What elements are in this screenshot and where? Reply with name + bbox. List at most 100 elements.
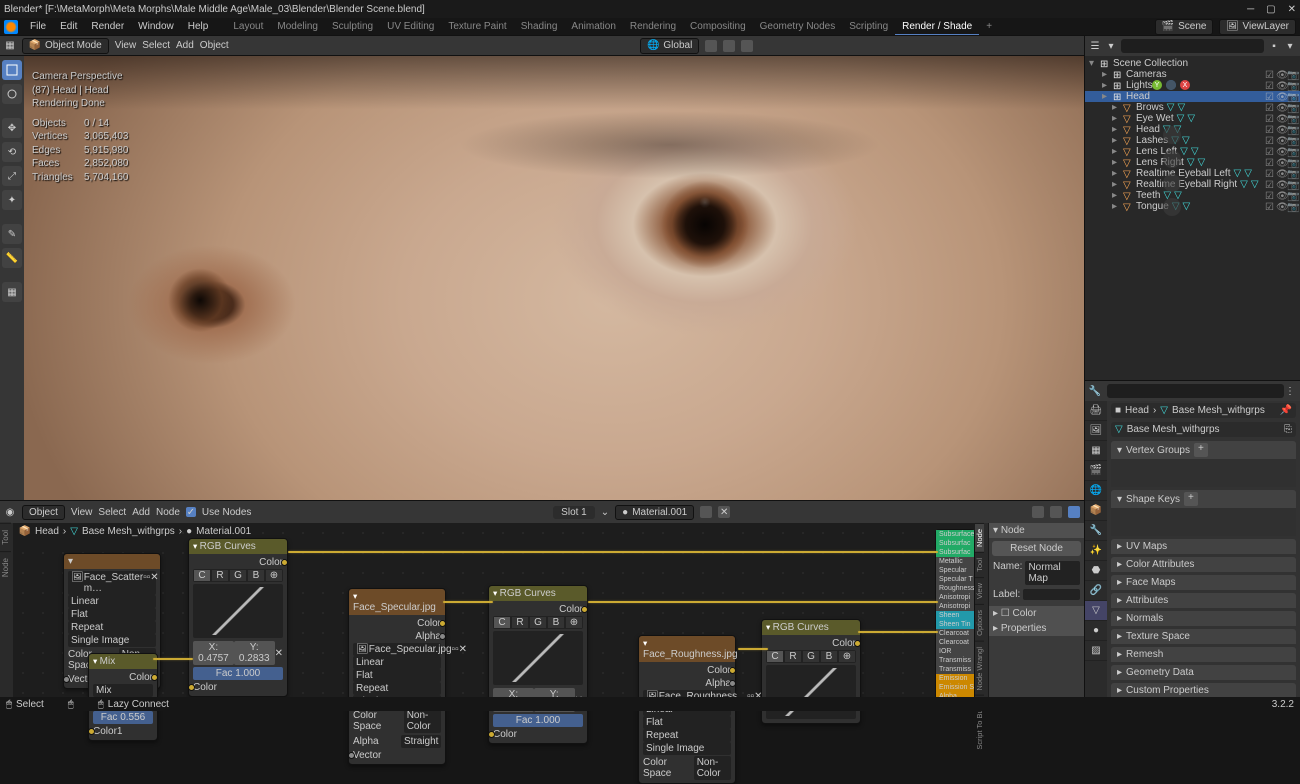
mat-new-icon[interactable] xyxy=(700,506,712,518)
menu-render[interactable]: Render xyxy=(85,19,130,34)
snap-icon[interactable] xyxy=(723,40,735,52)
add-icon[interactable]: + xyxy=(1194,443,1208,457)
menu-window[interactable]: Window xyxy=(132,19,180,34)
slot-chevron-icon[interactable]: ⌄ xyxy=(601,507,609,518)
ne-menu-view[interactable]: View xyxy=(71,507,93,518)
vp-menu-object[interactable]: Object xyxy=(200,40,229,51)
outliner-display-icon[interactable]: ▾ xyxy=(1105,40,1117,52)
render-icon[interactable]: 📷 xyxy=(1287,169,1296,178)
tool-scale[interactable]: ⤢ xyxy=(2,166,22,186)
delete-point-icon[interactable]: ✕ xyxy=(275,648,283,659)
exclude-icon[interactable]: ☑ xyxy=(1265,92,1274,101)
minimize-icon[interactable]: ─ xyxy=(1247,4,1254,15)
eye-icon[interactable]: 👁 xyxy=(1276,70,1285,79)
ne-tab-options[interactable]: Options xyxy=(975,604,984,641)
prop-tab-physics[interactable]: ⬣ xyxy=(1085,561,1107,581)
render-icon[interactable]: 📷 xyxy=(1287,92,1296,101)
prop-tab-scene[interactable]: 🎬 xyxy=(1085,461,1107,481)
pivot-icon[interactable] xyxy=(705,40,717,52)
eye-icon[interactable]: 👁 xyxy=(1276,180,1285,189)
outliner-row[interactable]: ▸⊞Head☑👁📷 xyxy=(1085,91,1300,102)
tool-measure[interactable]: 📏 xyxy=(2,248,22,268)
panel-header[interactable]: ▸UV Maps xyxy=(1111,539,1296,554)
render-icon[interactable]: 📷 xyxy=(1287,158,1296,167)
render-icon[interactable]: 📷 xyxy=(1287,103,1296,112)
outliner-search[interactable] xyxy=(1121,39,1264,53)
outliner-row[interactable]: ▸▽Lashes▽▽☑👁📷 xyxy=(1085,135,1300,146)
snap-node-icon[interactable] xyxy=(1050,506,1062,518)
outliner-row[interactable]: ▸▽Lens Right▽▽☑👁📷 xyxy=(1085,157,1300,168)
render-icon[interactable]: 📷 xyxy=(1287,191,1296,200)
tool-select-box[interactable] xyxy=(2,60,22,80)
render-icon[interactable]: 📷 xyxy=(1287,81,1296,90)
render-icon[interactable]: 📷 xyxy=(1287,147,1296,156)
exclude-icon[interactable]: ☑ xyxy=(1265,147,1274,156)
pin-icon[interactable]: 📌 xyxy=(1280,405,1292,416)
ws-layout[interactable]: Layout xyxy=(226,19,270,35)
pan-icon[interactable] xyxy=(1163,150,1181,168)
properties-editor-icon[interactable]: 🔧 xyxy=(1089,385,1101,397)
curve-widget[interactable] xyxy=(193,584,283,638)
ne-menu-select[interactable]: Select xyxy=(98,507,126,518)
ne-tab-wrangler[interactable]: Node Wrangl xyxy=(975,641,984,696)
ne-tab-tool[interactable]: Tool xyxy=(975,552,984,577)
ws-shading[interactable]: Shading xyxy=(514,19,565,35)
exclude-icon[interactable]: ☑ xyxy=(1265,103,1274,112)
node-image-face-specular[interactable]: ▾ Face_Specular.jpg Color Alpha 🖼Face_Sp… xyxy=(348,588,446,765)
ws-sculpting[interactable]: Sculpting xyxy=(325,19,380,35)
prop-tab-object[interactable]: 📦 xyxy=(1085,501,1107,521)
outliner-row[interactable]: ▸▽Brows▽▽☑👁📷 xyxy=(1085,102,1300,113)
outliner-editor-icon[interactable]: ☰ xyxy=(1089,40,1101,52)
eye-icon[interactable]: 👁 xyxy=(1276,103,1285,112)
menu-help[interactable]: Help xyxy=(182,19,215,34)
outliner-row[interactable]: ▸▽Tongue▽▽☑👁📷 xyxy=(1085,201,1300,212)
scene-selector[interactable]: 🎬Scene xyxy=(1155,19,1213,35)
curve-channel-tabs[interactable]: CRGB⊕ xyxy=(193,569,283,582)
eye-icon[interactable]: 👁 xyxy=(1276,169,1285,178)
vp-menu-add[interactable]: Add xyxy=(176,40,194,51)
render-icon[interactable]: 📷 xyxy=(1287,180,1296,189)
prop-tab-material[interactable]: ● xyxy=(1085,621,1107,641)
exclude-icon[interactable]: ☑ xyxy=(1265,180,1274,189)
prop-tab-render[interactable]: 🖨 xyxy=(1085,401,1107,421)
vp-menu-view[interactable]: View xyxy=(115,40,137,51)
ws-uv[interactable]: UV Editing xyxy=(380,19,441,35)
outliner-filter-icon[interactable]: ▪ xyxy=(1268,40,1280,52)
ws-anim[interactable]: Animation xyxy=(564,19,622,35)
panel-header[interactable]: ▸Remesh xyxy=(1111,647,1296,662)
ws-add[interactable]: + xyxy=(979,19,999,35)
orientation-selector[interactable]: 🌐Global xyxy=(640,38,699,54)
render-icon[interactable]: 📷 xyxy=(1287,125,1296,134)
camera-view-icon[interactable] xyxy=(1163,174,1181,192)
use-nodes-checkbox[interactable]: ✓ xyxy=(186,507,196,517)
viewport-3d[interactable]: Camera Perspective (87) Head | Head Rend… xyxy=(24,56,1198,500)
eye-icon[interactable]: 👁 xyxy=(1276,147,1285,156)
prop-tab-modifier[interactable]: 🔧 xyxy=(1085,521,1107,541)
node-rgb-curves-1[interactable]: ▾ RGB Curves Color CRGB⊕ X: 0.4757Y: 0.2… xyxy=(188,538,288,697)
mode-selector[interactable]: 📦Object Mode xyxy=(22,38,109,54)
proportional-icon[interactable] xyxy=(741,40,753,52)
exclude-icon[interactable]: ☑ xyxy=(1265,81,1274,90)
mat-unlink-icon[interactable]: ✕ xyxy=(718,506,730,518)
panel-header[interactable]: ▾Vertex Groups+ xyxy=(1111,441,1296,459)
ws-rendering[interactable]: Rendering xyxy=(623,19,683,35)
prop-tab-viewlayer[interactable]: ▦ xyxy=(1085,441,1107,461)
exclude-icon[interactable]: ☑ xyxy=(1265,158,1274,167)
ne-menu-add[interactable]: Add xyxy=(132,507,150,518)
tool-transform[interactable]: ✦ xyxy=(2,190,22,210)
tool-move[interactable]: ✥ xyxy=(2,118,22,138)
outliner-row[interactable]: ▸⊞Lights☑👁📷 xyxy=(1085,80,1300,91)
panel-header[interactable]: ▸Color Attributes xyxy=(1111,557,1296,572)
tool-add-cube[interactable]: ▦ xyxy=(2,282,22,302)
panel-header[interactable]: ▸Geometry Data xyxy=(1111,665,1296,680)
tool-cursor[interactable] xyxy=(2,84,22,104)
maximize-icon[interactable]: ▢ xyxy=(1266,4,1275,15)
image-datablock[interactable]: 🖼Face_Scatter m…▫▫✕ xyxy=(68,571,156,595)
prop-tab-data[interactable]: ▽ xyxy=(1085,601,1107,621)
pin-mat-icon[interactable] xyxy=(1032,506,1044,518)
shader-editor-icon[interactable]: ◉ xyxy=(4,506,16,518)
exclude-icon[interactable]: ☑ xyxy=(1265,202,1274,211)
perspective-icon[interactable] xyxy=(1163,198,1181,216)
vp-menu-select[interactable]: Select xyxy=(142,40,170,51)
outliner-row[interactable]: ▸▽Lens Left▽▽☑👁📷 xyxy=(1085,146,1300,157)
